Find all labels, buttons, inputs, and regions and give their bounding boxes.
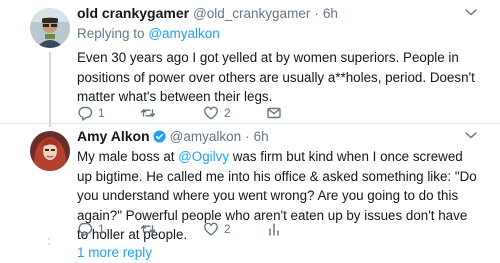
like-button[interactable]: 2	[203, 221, 266, 237]
tweet-header: old crankygamer @old_crankygamer · 6h	[77, 4, 480, 22]
like-count: 2	[224, 106, 231, 120]
retweet-button[interactable]	[140, 105, 203, 121]
analytics-button[interactable]	[266, 221, 329, 237]
dm-icon	[267, 107, 281, 119]
retweet-icon	[140, 225, 156, 233]
separator-dot: ·	[245, 128, 250, 144]
mention-link[interactable]: @Ogilvy	[178, 149, 229, 164]
tweet-text: Even 30 years ago I got yelled at by wom…	[77, 50, 475, 104]
tweet-actions: 1 2	[77, 221, 329, 237]
caret-down-icon[interactable]	[464, 7, 478, 17]
thread-line	[49, 52, 51, 127]
reply-count: 1	[98, 106, 105, 120]
user-handle[interactable]: @amyalkon	[170, 129, 241, 144]
replying-prefix: Replying to	[77, 26, 145, 41]
tweet-amy-alkon[interactable]: Amy Alkon @amyalkon · 6h My male boss at…	[0, 123, 500, 242]
timestamp[interactable]: 6h	[254, 129, 269, 144]
verified-icon	[153, 129, 166, 143]
tweet-old-crankygamer[interactable]: old crankygamer @old_crankygamer · 6h Re…	[0, 0, 500, 127]
dm-button[interactable]	[266, 105, 329, 121]
more-replies-link[interactable]: 1 more reply	[77, 245, 152, 260]
like-count: 2	[224, 222, 231, 236]
reply-button[interactable]: 1	[77, 221, 140, 237]
display-name[interactable]: Amy Alkon	[77, 128, 150, 144]
replying-to: Replying to @amyalkon	[77, 26, 480, 41]
thread-continuation-dots	[48, 238, 50, 248]
like-button[interactable]: 2	[203, 105, 266, 121]
reply-button[interactable]: 1	[77, 105, 140, 121]
timestamp[interactable]: 6h	[323, 6, 338, 21]
replying-to-link[interactable]: @amyalkon	[148, 26, 219, 41]
separator-dot: ·	[314, 5, 319, 21]
tweet-header: Amy Alkon @amyalkon · 6h	[77, 127, 480, 145]
tweet-content: old crankygamer @old_crankygamer · 6h Re…	[77, 4, 480, 121]
display-name[interactable]: old crankygamer	[77, 5, 189, 21]
text-before-mention: My male boss at	[77, 149, 179, 164]
like-icon	[204, 106, 218, 120]
reply-icon	[78, 222, 93, 237]
like-icon	[204, 222, 218, 236]
retweet-icon	[140, 109, 156, 117]
reply-icon	[78, 106, 93, 121]
tweet-content: Amy Alkon @amyalkon · 6h My male boss at…	[77, 127, 480, 245]
user-handle[interactable]: @old_crankygamer	[193, 6, 310, 21]
avatar-amy-alkon[interactable]	[30, 131, 70, 171]
caret-down-icon[interactable]	[464, 130, 478, 140]
tweet-actions: 1 2	[77, 105, 329, 121]
reply-count: 1	[98, 222, 105, 236]
analytics-icon	[269, 223, 279, 236]
retweet-button[interactable]	[140, 221, 203, 237]
avatar-old-crankygamer[interactable]	[30, 8, 70, 48]
